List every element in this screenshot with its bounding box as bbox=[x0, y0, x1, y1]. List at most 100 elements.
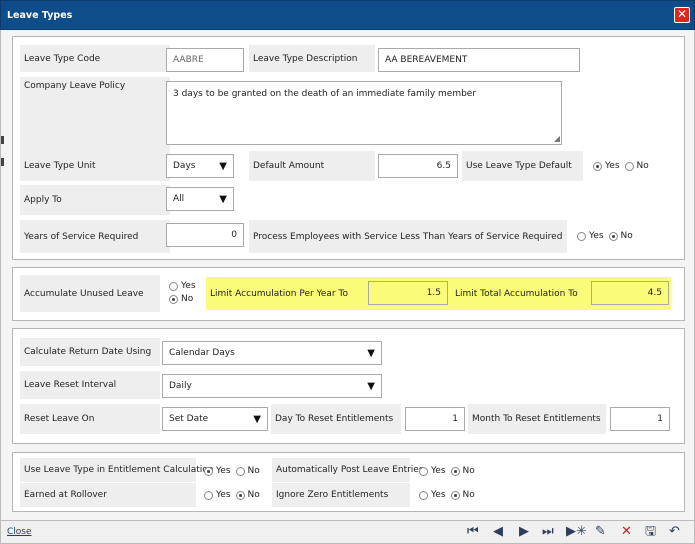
auto-post-leave-label: Automatically Post Leave Entries bbox=[272, 458, 424, 482]
leave-type-description-field[interactable]: AA BEREAVEMENT bbox=[378, 48, 580, 72]
earned-yes-option[interactable]: Yes bbox=[204, 490, 231, 500]
accumulate-unused-leave-label: Accumulate Unused Leave bbox=[20, 275, 160, 312]
auto-post-leave-radios: Yes No bbox=[419, 466, 480, 476]
radio-unselected-icon bbox=[419, 490, 428, 500]
accumulate-unused-leave-radios: Yes No bbox=[169, 281, 201, 304]
use-default-no-option[interactable]: No bbox=[624, 161, 649, 171]
process-employees-radios: Yes No bbox=[577, 231, 638, 241]
radio-selected-icon bbox=[169, 294, 178, 304]
day-to-reset-label: Day To Reset Entitlements bbox=[271, 404, 401, 434]
reset-leave-on-select[interactable]: Set Date ▼ bbox=[162, 407, 268, 431]
general-panel: Leave Type Code AABRE Leave Type Descrip… bbox=[12, 36, 685, 260]
apply-to-value: All bbox=[173, 194, 185, 204]
auto-post-yes-option[interactable]: Yes bbox=[419, 466, 446, 476]
yes-label: Yes bbox=[216, 490, 231, 500]
leave-reset-interval-value: Daily bbox=[169, 381, 192, 391]
ignore-zero-entitlements-radios: Yes No bbox=[419, 490, 480, 500]
new-record-icon[interactable]: ▶✳ bbox=[566, 524, 587, 540]
company-leave-policy-text: 3 days to be granted on the death of an … bbox=[173, 89, 477, 99]
auto-post-no-option[interactable]: No bbox=[450, 466, 475, 476]
reset-leave-on-label: Reset Leave On bbox=[20, 404, 160, 434]
default-amount-label: Default Amount bbox=[249, 151, 375, 181]
default-amount-field[interactable]: 6.5 bbox=[378, 154, 458, 178]
window-title: Leave Types bbox=[7, 10, 73, 21]
dialog-content: Leave Type Code AABRE Leave Type Descrip… bbox=[0, 30, 695, 520]
leave-type-unit-label: Leave Type Unit bbox=[20, 151, 170, 181]
ignore-zero-entitlements-label: Ignore Zero Entitlements bbox=[272, 483, 410, 507]
entitlement-panel: Use Leave Type in Entitlement Calculatio… bbox=[12, 452, 685, 512]
leave-type-description-label: Leave Type Description bbox=[249, 45, 375, 72]
close-window-button[interactable]: ✕ bbox=[674, 7, 690, 23]
next-record-icon[interactable]: ▶ bbox=[519, 524, 529, 540]
yes-label: Yes bbox=[589, 231, 604, 241]
use-in-calc-yes-option[interactable]: Yes bbox=[204, 466, 231, 476]
month-to-reset-label: Month To Reset Entitlements bbox=[468, 404, 606, 434]
yes-label: Yes bbox=[605, 161, 620, 171]
yes-label: Yes bbox=[181, 281, 196, 291]
limit-total-accumulation-field[interactable]: 4.5 bbox=[591, 281, 669, 305]
undo-icon[interactable]: ↶ bbox=[669, 524, 680, 540]
leave-type-unit-value: Days bbox=[173, 161, 196, 171]
use-default-yes-option[interactable]: Yes bbox=[593, 161, 620, 171]
earned-at-rollover-radios: Yes No bbox=[204, 490, 265, 500]
radio-selected-icon bbox=[450, 490, 460, 500]
yes-label: Yes bbox=[216, 466, 231, 476]
day-to-reset-field[interactable]: 1 bbox=[405, 407, 465, 431]
radio-unselected-icon bbox=[204, 490, 213, 500]
use-leave-type-default-radios: Yes No bbox=[593, 161, 654, 171]
years-of-service-field[interactable]: 0 bbox=[166, 223, 244, 247]
left-edge-marker bbox=[1, 136, 4, 144]
window-title-bar: Leave Types ✕ bbox=[0, 0, 695, 30]
no-label: No bbox=[181, 294, 194, 304]
earned-no-option[interactable]: No bbox=[235, 490, 260, 500]
reset-leave-on-value: Set Date bbox=[169, 414, 209, 424]
last-record-icon[interactable]: ⏭ bbox=[542, 524, 554, 540]
close-icon: ✕ bbox=[676, 7, 688, 21]
previous-record-icon[interactable]: ◀ bbox=[493, 524, 503, 540]
save-icon[interactable]: 🖫 bbox=[645, 524, 656, 540]
left-edge-marker bbox=[1, 158, 4, 166]
month-to-reset-field[interactable]: 1 bbox=[610, 407, 670, 431]
use-in-entitlement-calc-radios: Yes No bbox=[204, 466, 265, 476]
process-no-option[interactable]: No bbox=[608, 231, 633, 241]
apply-to-select[interactable]: All ▼ bbox=[166, 187, 234, 211]
accumulation-panel: Accumulate Unused Leave Yes No Limit Acc… bbox=[12, 267, 685, 321]
leave-reset-interval-select[interactable]: Daily ▼ bbox=[162, 374, 382, 398]
close-link[interactable]: Close bbox=[7, 527, 32, 537]
radio-unselected-icon bbox=[419, 466, 428, 476]
reset-panel: Calculate Return Date Using Calendar Day… bbox=[12, 328, 685, 444]
ignore-zero-yes-option[interactable]: Yes bbox=[419, 490, 446, 500]
edit-icon[interactable]: ✎ bbox=[595, 524, 606, 540]
radio-selected-icon bbox=[235, 490, 245, 500]
use-leave-type-default-label: Use Leave Type Default bbox=[462, 151, 583, 181]
no-label: No bbox=[462, 466, 475, 476]
dropdown-arrow-icon: ▼ bbox=[219, 160, 227, 172]
company-leave-policy-textarea[interactable]: 3 days to be granted on the death of an … bbox=[166, 81, 562, 145]
limit-accumulation-per-year-field[interactable]: 1.5 bbox=[368, 281, 448, 305]
no-label: No bbox=[247, 466, 260, 476]
calculate-return-date-value: Calendar Days bbox=[169, 348, 235, 358]
delete-icon[interactable]: ✕ bbox=[621, 524, 632, 540]
ignore-zero-no-option[interactable]: No bbox=[450, 490, 475, 500]
use-in-calc-no-option[interactable]: No bbox=[235, 466, 260, 476]
radio-selected-icon bbox=[593, 161, 602, 171]
use-in-entitlement-calc-label: Use Leave Type in Entitlement Calculatio… bbox=[20, 458, 214, 482]
process-yes-option[interactable]: Yes bbox=[577, 231, 604, 241]
leave-type-code-field[interactable]: AABRE bbox=[166, 48, 244, 72]
apply-to-label: Apply To bbox=[20, 185, 170, 215]
calculate-return-date-select[interactable]: Calendar Days ▼ bbox=[162, 341, 382, 365]
dropdown-arrow-icon: ▼ bbox=[367, 347, 375, 359]
radio-selected-icon bbox=[204, 466, 213, 476]
first-record-icon[interactable]: ⏮ bbox=[467, 524, 479, 540]
resize-handle-icon[interactable]: ◢ bbox=[554, 135, 560, 143]
company-leave-policy-label: Company Leave Policy bbox=[20, 77, 170, 151]
no-label: No bbox=[636, 161, 649, 171]
accumulate-yes-option[interactable]: Yes bbox=[169, 281, 196, 291]
radio-selected-icon bbox=[450, 466, 460, 476]
leave-type-unit-select[interactable]: Days ▼ bbox=[166, 154, 234, 178]
accumulate-no-option[interactable]: No bbox=[169, 294, 193, 304]
radio-unselected-icon bbox=[624, 161, 634, 171]
no-label: No bbox=[247, 490, 260, 500]
no-label: No bbox=[620, 231, 633, 241]
process-employees-label: Process Employees with Service Less Than… bbox=[249, 220, 567, 253]
